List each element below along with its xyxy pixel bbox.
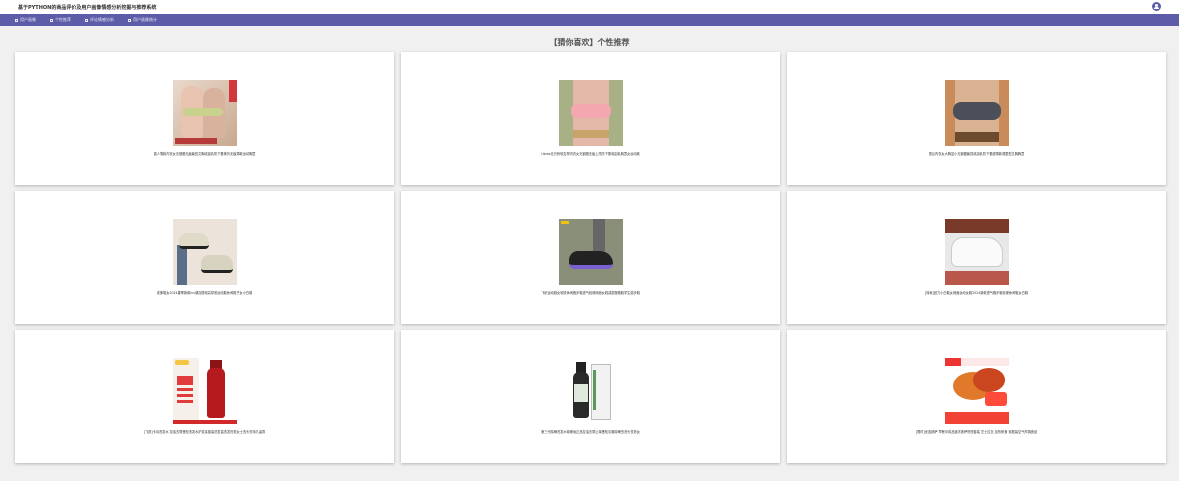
- product-image[interactable]: [944, 80, 1009, 146]
- nav-item-label: 个性推荐: [55, 17, 71, 22]
- product-image[interactable]: [944, 358, 1009, 424]
- grid-icon: [128, 18, 131, 22]
- product-caption[interactable]: 蕾丝内衣女大胸显小无钢圈聚拢收副乳防下垂超薄款调整型文胸胸罩: [929, 151, 1025, 156]
- product-image[interactable]: [944, 219, 1009, 285]
- product-image[interactable]: [558, 80, 623, 146]
- product-card[interactable]: 蕾丝内衣女大胸显小无钢圈聚拢收副乳防下垂超薄款调整型文胸胸罩: [787, 52, 1166, 185]
- product-card[interactable]: [特卖]回力小白鞋女网面运动女鞋2024新款透气跑步鞋轻便休闲鞋女白鞋: [787, 191, 1166, 324]
- product-caption[interactable]: 猫人薄款内衣女无钢圈无痕聚拢文胸收副乳防下垂美背无痕薄款运动胸罩: [154, 151, 256, 156]
- product-card[interactable]: 第三代除螨洗发水硫磺皂正品控油去屑止痒蓬松清爽除螨虫洗头膏男女: [401, 330, 780, 463]
- nav-item-user-profile[interactable]: 用户画像: [15, 17, 36, 23]
- product-card[interactable]: [飞跃]卡诗洗发水 控油去屑蓬松洗发水护发素套装洗发露洗发膏男女士洗头膏持久留香: [15, 330, 394, 463]
- grid-icon: [50, 18, 53, 22]
- section-title: 【猜你喜欢】个性推荐: [549, 38, 630, 47]
- product-card[interactable]: [限时]优选披萨 早餐半成品速冻披萨饼底套装 芝士拉丝 加热即食 家庭装空气炸锅…: [787, 330, 1166, 463]
- app-title: 基于PYTHON的商品评价及用户画像情感分析挖掘与推荐系统: [18, 4, 157, 11]
- product-grid: 猫人薄款内衣女无钢圈无痕聚拢文胸收副乳防下垂美背无痕薄款运动胸罩 Ubras无尺…: [15, 52, 1166, 463]
- product-caption[interactable]: [飞跃]卡诗洗发水 控油去屑蓬松洗发水护发素套装洗发露洗发膏男女士洗头膏持久留香: [144, 429, 265, 434]
- nav-item-label: 用户画像统计: [133, 17, 157, 22]
- product-card[interactable]: 猫人薄款内衣女无钢圈无痕聚拢文胸收副乳防下垂美背无痕薄款运动胸罩: [15, 52, 394, 185]
- grid-icon: [15, 18, 18, 22]
- product-card[interactable]: 老爹鞋女2024春季新款ins潮百搭增高厚底运动鞋休闲鞋子女小白鞋: [15, 191, 394, 324]
- product-caption[interactable]: 老爹鞋女2024春季新款ins潮百搭增高厚底运动鞋休闲鞋子女小白鞋: [157, 290, 253, 295]
- product-image[interactable]: [172, 219, 237, 285]
- product-caption[interactable]: Ubras无尺码软支撑内衣女无钢圈无痕上托防下垂收副乳胸罩女运动款: [541, 151, 640, 156]
- product-image[interactable]: [558, 219, 623, 285]
- product-caption[interactable]: [限时]优选披萨 早餐半成品速冻披萨饼底套装 芝士拉丝 加热即食 家庭装空气炸锅…: [916, 429, 1037, 434]
- user-avatar-icon[interactable]: [1152, 2, 1161, 11]
- nav-item-sentiment[interactable]: 评论情感分析: [85, 17, 114, 23]
- product-image[interactable]: [172, 80, 237, 146]
- grid-icon: [85, 18, 88, 22]
- product-caption[interactable]: [特卖]回力小白鞋女网面运动女鞋2024新款透气跑步鞋轻便休闲鞋女白鞋: [925, 290, 1028, 295]
- top-bar: 基于PYTHON的商品评价及用户画像情感分析挖掘与推荐系统: [0, 0, 1179, 14]
- nav-item-user-stats[interactable]: 用户画像统计: [128, 17, 157, 23]
- product-card[interactable]: 飞织运动鞋女软底休闲跑步鞋透气轻便网面女鞋减震慢跑鞋学生健步鞋: [401, 191, 780, 324]
- nav-item-label: 用户画像: [20, 17, 36, 22]
- nav-item-recommend[interactable]: 个性推荐: [50, 17, 71, 23]
- product-image[interactable]: [558, 358, 623, 424]
- product-card[interactable]: Ubras无尺码软支撑内衣女无钢圈无痕上托防下垂收副乳胸罩女运动款: [401, 52, 780, 185]
- main-nav: 用户画像 个性推荐 评论情感分析 用户画像统计: [0, 14, 1179, 26]
- nav-item-label: 评论情感分析: [90, 17, 114, 22]
- product-caption[interactable]: 第三代除螨洗发水硫磺皂正品控油去屑止痒蓬松清爽除螨虫洗头膏男女: [541, 429, 640, 434]
- product-caption[interactable]: 飞织运动鞋女软底休闲跑步鞋透气轻便网面女鞋减震慢跑鞋学生健步鞋: [541, 290, 640, 295]
- product-image[interactable]: [172, 358, 237, 424]
